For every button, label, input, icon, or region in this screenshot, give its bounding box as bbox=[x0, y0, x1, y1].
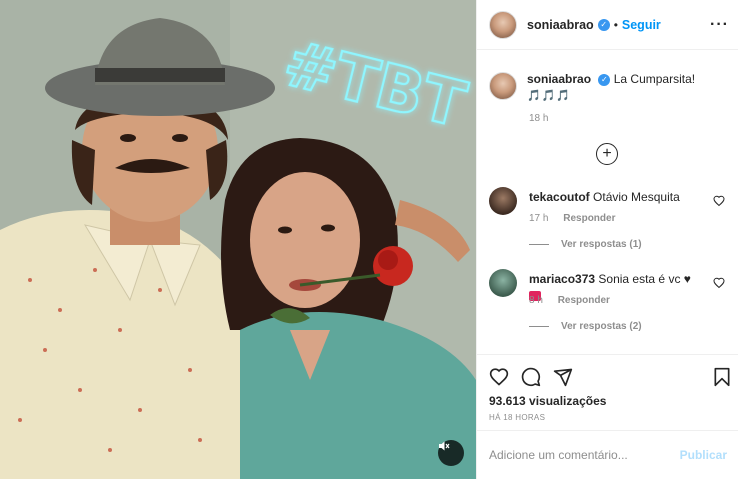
comment-input[interactable] bbox=[489, 448, 680, 462]
load-more-comments-icon[interactable]: + bbox=[596, 143, 618, 165]
like-heart-icon[interactable] bbox=[489, 367, 509, 387]
share-paper-plane-icon[interactable] bbox=[553, 367, 573, 387]
mute-button[interactable] bbox=[438, 440, 464, 466]
like-comment-heart-icon[interactable] bbox=[713, 277, 725, 289]
comment-text: Otávio Mesquita bbox=[593, 190, 680, 204]
replies-divider bbox=[529, 326, 549, 327]
caption-text: La Cumparsita! bbox=[613, 72, 696, 86]
add-comment-bar: Publicar bbox=[477, 430, 738, 479]
author-username[interactable]: soniaabrao bbox=[527, 18, 594, 32]
more-options-icon[interactable]: ··· bbox=[710, 16, 729, 34]
post-media[interactable]: #TBT bbox=[0, 0, 476, 479]
save-bookmark-icon[interactable] bbox=[713, 367, 731, 387]
post-actions-bar bbox=[477, 354, 738, 394]
follow-button[interactable]: Seguir bbox=[622, 18, 661, 32]
speaker-muted-icon bbox=[439, 441, 450, 451]
comment-username[interactable]: mariaco373 bbox=[529, 272, 595, 286]
view-replies-button[interactable]: Ver respostas (2) bbox=[529, 321, 642, 332]
replies-divider bbox=[529, 244, 549, 245]
comment-text-block: tekacoutof Otávio Mesquita bbox=[529, 189, 699, 205]
comment-bubble-icon[interactable] bbox=[521, 367, 541, 387]
view-replies-label: Ver respostas (1) bbox=[561, 239, 642, 250]
view-replies-button[interactable]: Ver respostas (1) bbox=[529, 239, 642, 250]
views-count[interactable]: 93.613 visualizações bbox=[489, 394, 606, 408]
publish-button[interactable]: Publicar bbox=[680, 448, 727, 462]
caption-emojis: 🎵🎵🎵 bbox=[527, 90, 572, 102]
comment-time[interactable]: 8 h bbox=[529, 295, 543, 306]
comment-meta: 17 h Responder bbox=[529, 213, 627, 224]
caption-avatar[interactable] bbox=[489, 72, 517, 100]
post-caption: soniaabrao ✓ La Cumparsita! 🎵🎵🎵 bbox=[489, 71, 729, 104]
comment-username[interactable]: tekacoutof bbox=[529, 190, 590, 204]
comment-avatar[interactable] bbox=[489, 187, 517, 215]
caption-verified-badge-icon: ✓ bbox=[598, 73, 611, 86]
header-separator: • bbox=[613, 17, 618, 32]
comment-text: Sonia esta é vc ♥ bbox=[598, 272, 691, 286]
comment-meta: 8 h Responder bbox=[529, 295, 622, 306]
comment-avatar[interactable] bbox=[489, 269, 517, 297]
reply-button[interactable]: Responder bbox=[558, 295, 610, 306]
photo-illustration: #TBT bbox=[0, 0, 476, 479]
author-avatar[interactable] bbox=[489, 10, 517, 39]
comments-list[interactable]: soniaabrao ✓ La Cumparsita! 🎵🎵🎵 18 h + t… bbox=[477, 51, 738, 353]
caption-text-block: soniaabrao ✓ La Cumparsita! 🎵🎵🎵 bbox=[527, 71, 695, 104]
view-replies-label: Ver respostas (2) bbox=[561, 321, 642, 332]
post-details-pane: soniaabrao ✓ • Seguir ··· soniaabrao ✓ L… bbox=[476, 0, 738, 479]
comment-time[interactable]: 17 h bbox=[529, 213, 548, 224]
reply-button[interactable]: Responder bbox=[563, 213, 615, 224]
caption-timestamp[interactable]: 18 h bbox=[529, 113, 548, 124]
post-header: soniaabrao ✓ • Seguir ··· bbox=[477, 0, 738, 50]
verified-badge-icon: ✓ bbox=[597, 18, 610, 31]
caption-username[interactable]: soniaabrao bbox=[527, 72, 591, 86]
post-time-ago[interactable]: HÁ 18 HORAS bbox=[489, 413, 545, 422]
like-comment-heart-icon[interactable] bbox=[713, 195, 725, 207]
